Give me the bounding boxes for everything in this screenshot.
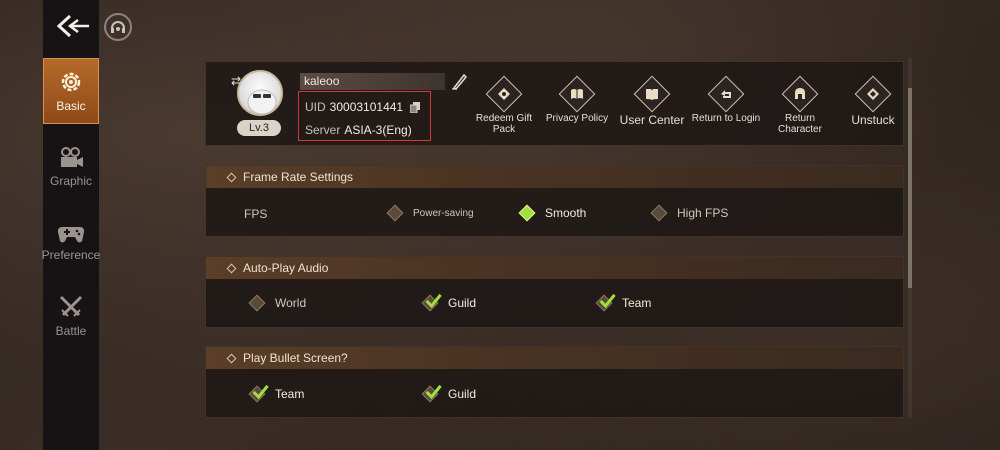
sidebar-item-label: Basic (56, 99, 86, 113)
section-header: Auto-Play Audio (206, 257, 903, 279)
section-title: Frame Rate Settings (243, 170, 354, 184)
unstuck-icon (867, 88, 879, 100)
uid-server-highlight: UID 30003101441 Server ASIA-3(Eng) (298, 91, 431, 141)
audio-option-world[interactable]: World (248, 294, 306, 312)
book-open-icon (646, 89, 658, 100)
bullet-screen-section: Play Bullet Screen? Team Guild (205, 346, 904, 418)
level-badge: Lv.3 (237, 120, 281, 136)
section-header: Play Bullet Screen? (206, 347, 903, 369)
player-name: kaleoo (300, 73, 445, 90)
gift-icon (498, 88, 510, 100)
cat-avatar-icon (247, 89, 277, 114)
camera-icon (61, 147, 83, 167)
sidebar-item-basic[interactable]: Basic (43, 58, 99, 124)
checkbox-diamond-checked-icon (421, 293, 442, 312)
server-value: ASIA-3(Eng) (344, 123, 412, 137)
diamond-bullet-icon (226, 263, 237, 273)
gamepad-icon (57, 226, 85, 243)
sidebar-item-label: Battle (55, 324, 87, 338)
customer-support-button[interactable] (104, 13, 132, 41)
settings-gear-icon (61, 72, 81, 92)
return-to-login-button[interactable]: Return to Login (691, 75, 761, 124)
checkmark-icon (425, 384, 442, 400)
sidebar-item-label: Graphic (49, 174, 93, 188)
radio-diamond-selected-icon (518, 204, 536, 222)
fps-label: FPS (244, 207, 268, 221)
sidebar-item-label: Preference (41, 248, 101, 262)
uid-value: 30003101441 (329, 100, 404, 114)
audio-option-team[interactable]: Team (595, 293, 651, 312)
back-button[interactable] (55, 10, 91, 42)
uid-row: UID 30003101441 (305, 100, 421, 114)
server-row: Server ASIA-3(Eng) (305, 123, 412, 137)
bullet-option-team[interactable]: Team (248, 384, 304, 403)
edit-pen-icon[interactable] (451, 72, 467, 90)
swap-icon[interactable]: ⇄ (231, 74, 241, 88)
bullet-option-guild[interactable]: Guild (421, 384, 476, 403)
book-icon (571, 89, 583, 99)
headset-icon (111, 21, 125, 33)
sidebar-item-graphic[interactable]: Graphic (43, 134, 99, 200)
crossed-swords-icon (59, 295, 83, 317)
radio-diamond-icon (386, 204, 404, 222)
uid-label: UID (305, 100, 326, 114)
fps-option-power-saving[interactable]: Power-saving (386, 204, 474, 222)
section-title: Auto-Play Audio (243, 261, 329, 275)
helmet-icon (795, 88, 805, 99)
back-arrow-icon (56, 14, 89, 38)
scrollbar-thumb[interactable] (908, 88, 912, 288)
copy-icon[interactable] (410, 102, 421, 113)
unstuck-button[interactable]: Unstuck (838, 75, 908, 127)
checkmark-icon (599, 293, 616, 309)
privacy-policy-button[interactable]: Privacy Policy (542, 75, 612, 124)
checkbox-diamond-checked-icon (248, 384, 269, 403)
sidebar-item-preference[interactable]: Preference (41, 209, 101, 275)
scrollbar[interactable] (908, 58, 912, 418)
fps-option-smooth[interactable]: Smooth (518, 204, 586, 222)
frame-rate-section: Frame Rate Settings FPS Power-saving Smo… (205, 165, 904, 237)
audio-option-guild[interactable]: Guild (421, 293, 476, 312)
checkmark-icon (252, 384, 269, 400)
redeem-gift-pack-button[interactable]: Redeem Gift Pack (469, 75, 539, 135)
return-arrow-icon (721, 90, 731, 98)
profile-card: ⇄ Lv.3 kaleoo UID 30003101441 Server ASIA-… (205, 61, 904, 146)
diamond-bullet-icon (226, 172, 237, 182)
server-label: Server (305, 123, 341, 137)
checkbox-diamond-checked-icon (595, 293, 616, 312)
checkbox-diamond-icon (248, 294, 266, 312)
radio-diamond-icon (650, 204, 668, 222)
checkbox-diamond-checked-icon (421, 384, 442, 403)
avatar[interactable] (237, 70, 283, 116)
section-title: Play Bullet Screen? (243, 351, 348, 365)
diamond-bullet-icon (226, 353, 237, 363)
return-character-button[interactable]: Return Character (765, 75, 835, 135)
auto-play-audio-section: Auto-Play Audio World Guild Team (205, 256, 904, 328)
fps-option-high-fps[interactable]: High FPS (650, 204, 728, 222)
avatar-container: ⇄ Lv.3 (231, 70, 285, 136)
checkmark-icon (425, 293, 442, 309)
section-header: Frame Rate Settings (206, 166, 903, 188)
sidebar-item-battle[interactable]: Battle (43, 283, 99, 349)
user-center-button[interactable]: User Center (617, 75, 687, 127)
